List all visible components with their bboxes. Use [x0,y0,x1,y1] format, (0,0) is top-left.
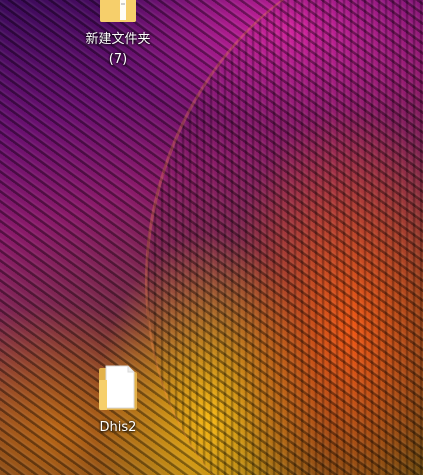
folder-icon [100,0,136,22]
label-line-1: 新建文件夹 [85,32,151,47]
folder-with-document-icon [99,365,137,410]
desktop-background: 新建文件夹 (7) Dhis2 [0,0,423,475]
desktop-icon-new-folder[interactable]: 新建文件夹 (7) [73,0,163,70]
label-line-2: (7) [108,52,128,67]
desktop-icon-label: Dhis2 [100,418,137,438]
desktop-icon-label: 新建文件夹 (7) [85,30,150,70]
label-line-1: Dhis2 [99,420,137,435]
desktop-icon-dhis2[interactable]: Dhis2 [73,362,163,438]
